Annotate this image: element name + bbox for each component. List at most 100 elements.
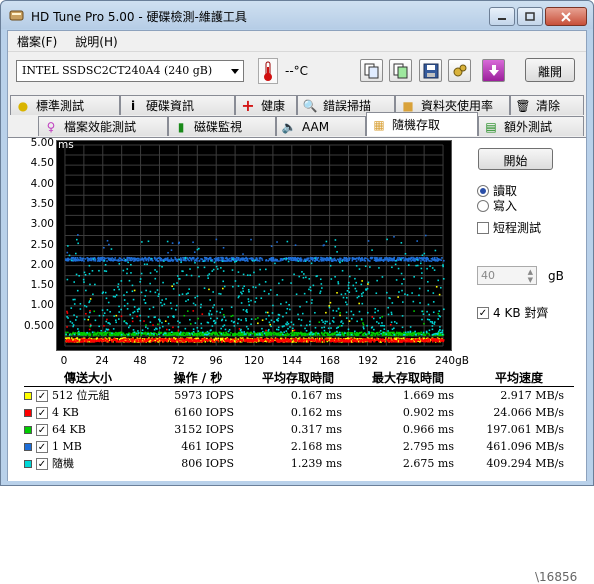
data-point (278, 282, 280, 285)
data-point (209, 332, 212, 335)
maximize-button[interactable] (517, 7, 543, 26)
data-point (371, 338, 374, 341)
tab-aam[interactable]: 🔈 AAM (276, 116, 366, 136)
data-point (98, 332, 101, 334)
tab-erase[interactable]: 🗑 清除 (510, 95, 584, 115)
drive-select[interactable]: INTEL SSDSC2CT240A4 (240 gB) (16, 60, 244, 82)
data-point (428, 319, 431, 321)
data-point (361, 258, 364, 261)
tab-extra-tests[interactable]: ▤ 額外測試 (478, 116, 584, 136)
data-point (94, 283, 96, 286)
data-point (79, 308, 82, 310)
data-point (177, 329, 180, 332)
data-point (287, 322, 290, 325)
short-test-checkbox[interactable] (477, 221, 489, 234)
data-point (341, 333, 344, 335)
write-radio[interactable] (477, 199, 489, 212)
series-visible-checkbox[interactable]: ✓ (36, 440, 48, 453)
series-visible-checkbox[interactable]: ✓ (36, 458, 48, 470)
data-point (198, 247, 200, 250)
data-point (364, 338, 366, 341)
minimize-button[interactable] (489, 7, 515, 26)
data-point (355, 281, 358, 284)
data-point (259, 338, 262, 340)
data-point (159, 327, 161, 329)
menu-file[interactable]: 檔案(F) (8, 31, 66, 50)
series-visible-checkbox[interactable]: ✓ (36, 406, 48, 419)
update-button[interactable] (482, 59, 505, 82)
data-point (331, 338, 334, 341)
data-point (286, 323, 288, 326)
tab-info[interactable]: i 硬碟資訊 (120, 95, 235, 115)
data-point (329, 301, 332, 304)
data-point (277, 328, 280, 331)
data-point (416, 264, 419, 267)
x-tick-label: 144 (281, 355, 303, 367)
start-button[interactable]: 開始 (478, 148, 553, 170)
data-point (225, 319, 227, 322)
read-radio[interactable] (477, 184, 489, 197)
tab-random-access[interactable]: ▦ 隨機存取 (366, 112, 478, 136)
data-point (105, 332, 108, 334)
tab-benchmark[interactable]: ● 標準測試 (10, 95, 120, 115)
title-bar[interactable]: HD Tune Pro 5.00 - 硬碟檢測-維護工具 (1, 1, 593, 29)
data-point (387, 330, 389, 332)
data-point (401, 289, 403, 292)
data-point (265, 318, 268, 320)
short-test-size-input[interactable]: 40 ▲ ▼ (477, 266, 537, 285)
data-point (216, 268, 219, 270)
write-option[interactable]: 寫入 (477, 197, 517, 214)
spinner-arrows-icon[interactable]: ▲ ▼ (528, 268, 533, 284)
data-point (134, 338, 136, 341)
data-point (361, 295, 363, 297)
data-point (222, 270, 225, 272)
data-point (442, 264, 444, 266)
menu-help[interactable]: 說明(H) (66, 31, 126, 50)
arrow-down-icon (488, 64, 499, 76)
data-point (118, 288, 120, 291)
data-point (234, 280, 237, 282)
data-point (352, 284, 355, 287)
data-point (374, 311, 376, 314)
data-point (322, 244, 325, 247)
data-point (143, 299, 145, 301)
data-point (330, 334, 332, 336)
data-point (246, 274, 249, 276)
tab-file-benchmark[interactable]: ♀ 檔案效能測試 (38, 116, 168, 136)
data-point (440, 259, 442, 261)
data-point (195, 333, 197, 335)
copy-info-button[interactable] (360, 59, 383, 82)
y-tick-label: 2.50 (30, 238, 54, 251)
data-point (439, 326, 441, 328)
data-point (196, 248, 199, 251)
align-4kb-option[interactable]: ✓ 4 KB 對齊 (477, 304, 548, 321)
data-point (299, 338, 302, 340)
short-test-option[interactable]: 短程測試 (477, 219, 541, 236)
data-point (186, 334, 189, 336)
table-header: 傳送大小 操作 / 秒 平均存取時間 最大存取時間 平均速度 (24, 369, 574, 387)
data-point (320, 338, 322, 341)
copy-screenshot-button[interactable] (389, 59, 412, 82)
data-point (401, 315, 404, 317)
data-point (437, 258, 440, 260)
data-point (215, 265, 218, 268)
data-point (400, 272, 403, 275)
close-button[interactable] (545, 7, 587, 26)
data-point (158, 265, 161, 267)
data-point (434, 249, 437, 252)
data-point (381, 340, 383, 342)
data-point (120, 333, 123, 336)
tab-disk-monitor[interactable]: ▮ 磁碟監視 (168, 116, 276, 136)
data-point (221, 341, 223, 343)
data-point (170, 307, 173, 310)
data-point (213, 332, 215, 334)
data-point (326, 332, 329, 334)
exit-button[interactable]: 離開 (525, 58, 575, 82)
tab-health[interactable]: + 健康 (235, 95, 297, 115)
series-visible-checkbox[interactable]: ✓ (36, 423, 48, 436)
series-visible-checkbox[interactable]: ✓ (36, 390, 48, 403)
options-button[interactable] (448, 59, 471, 82)
data-point (200, 258, 202, 260)
save-button[interactable] (419, 59, 442, 82)
align-4kb-checkbox[interactable]: ✓ (477, 306, 489, 319)
